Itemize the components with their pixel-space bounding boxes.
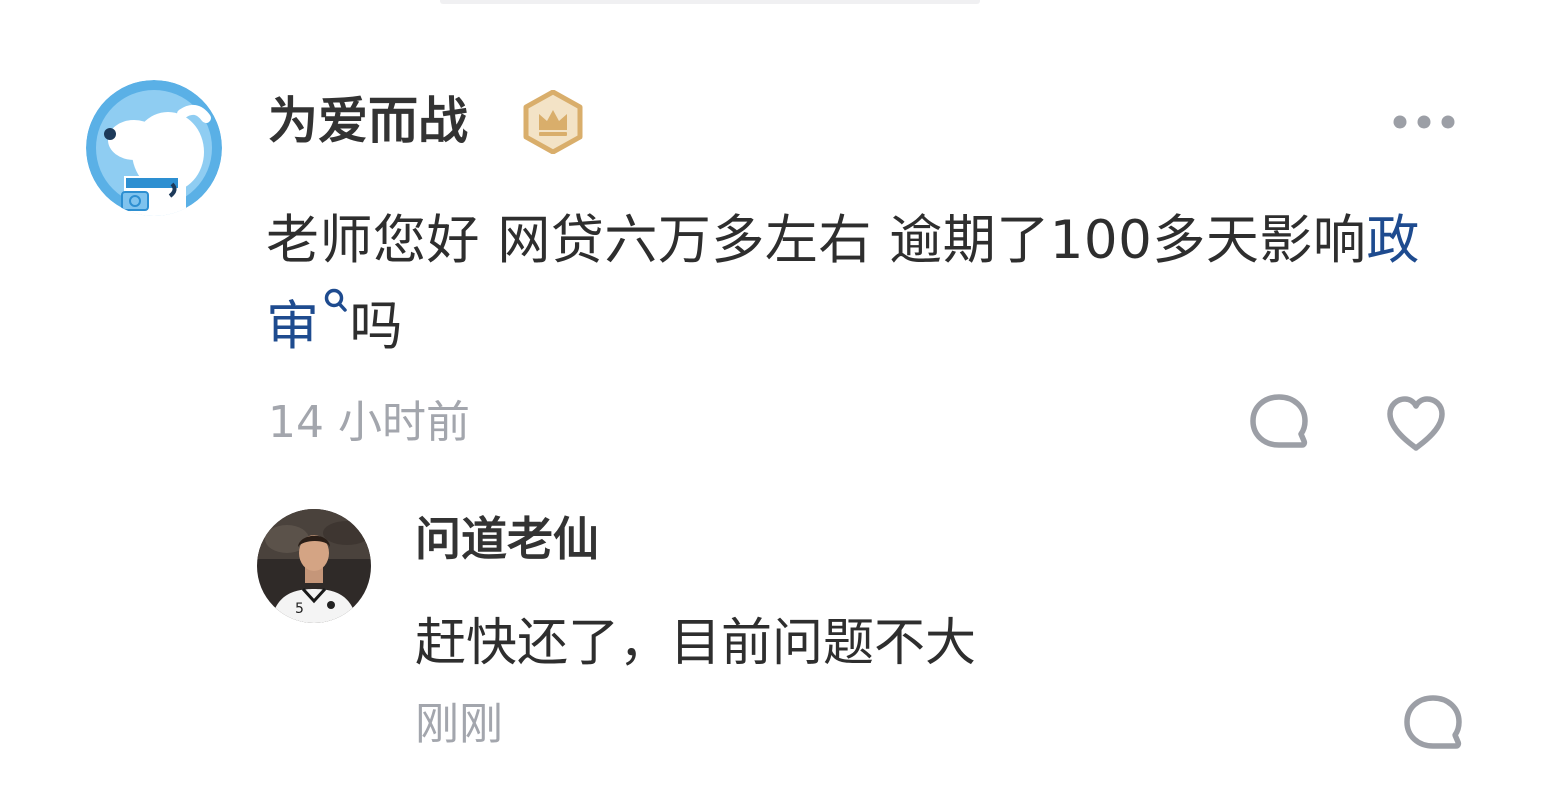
top-handle	[440, 0, 980, 4]
reply-to-reply-button[interactable]	[1402, 694, 1464, 758]
like-button[interactable]	[1384, 394, 1448, 458]
comment-text: 老师您好 网贷六万多左右 逾期了100多天影响政审吗	[266, 198, 1466, 370]
comment-timestamp: 14 小时前	[268, 397, 470, 448]
reply-text: 赶快还了，目前问题不大	[415, 614, 977, 673]
search-icon	[324, 288, 347, 312]
more-options-button[interactable]	[1386, 106, 1462, 138]
reply-author[interactable]: 问道老仙	[415, 508, 599, 570]
heart-icon	[1387, 396, 1445, 451]
svg-text:5: 5	[295, 601, 304, 617]
crown-badge-icon	[522, 89, 584, 155]
comment-bubble-icon	[1250, 394, 1308, 448]
comment-text-before: 老师您好 网贷六万多左右 逾期了100多天影响	[266, 210, 1367, 271]
more-dots-icon	[1393, 115, 1455, 129]
comment-bubble-icon	[1404, 695, 1462, 749]
comment-text-after: 吗	[349, 296, 403, 357]
avatar[interactable]	[86, 80, 222, 216]
avatar[interactable]: 5	[257, 509, 371, 623]
comment-author[interactable]: 为爱而战	[268, 88, 468, 154]
reply-button[interactable]	[1248, 393, 1310, 457]
reply-timestamp: 刚刚	[415, 699, 503, 750]
